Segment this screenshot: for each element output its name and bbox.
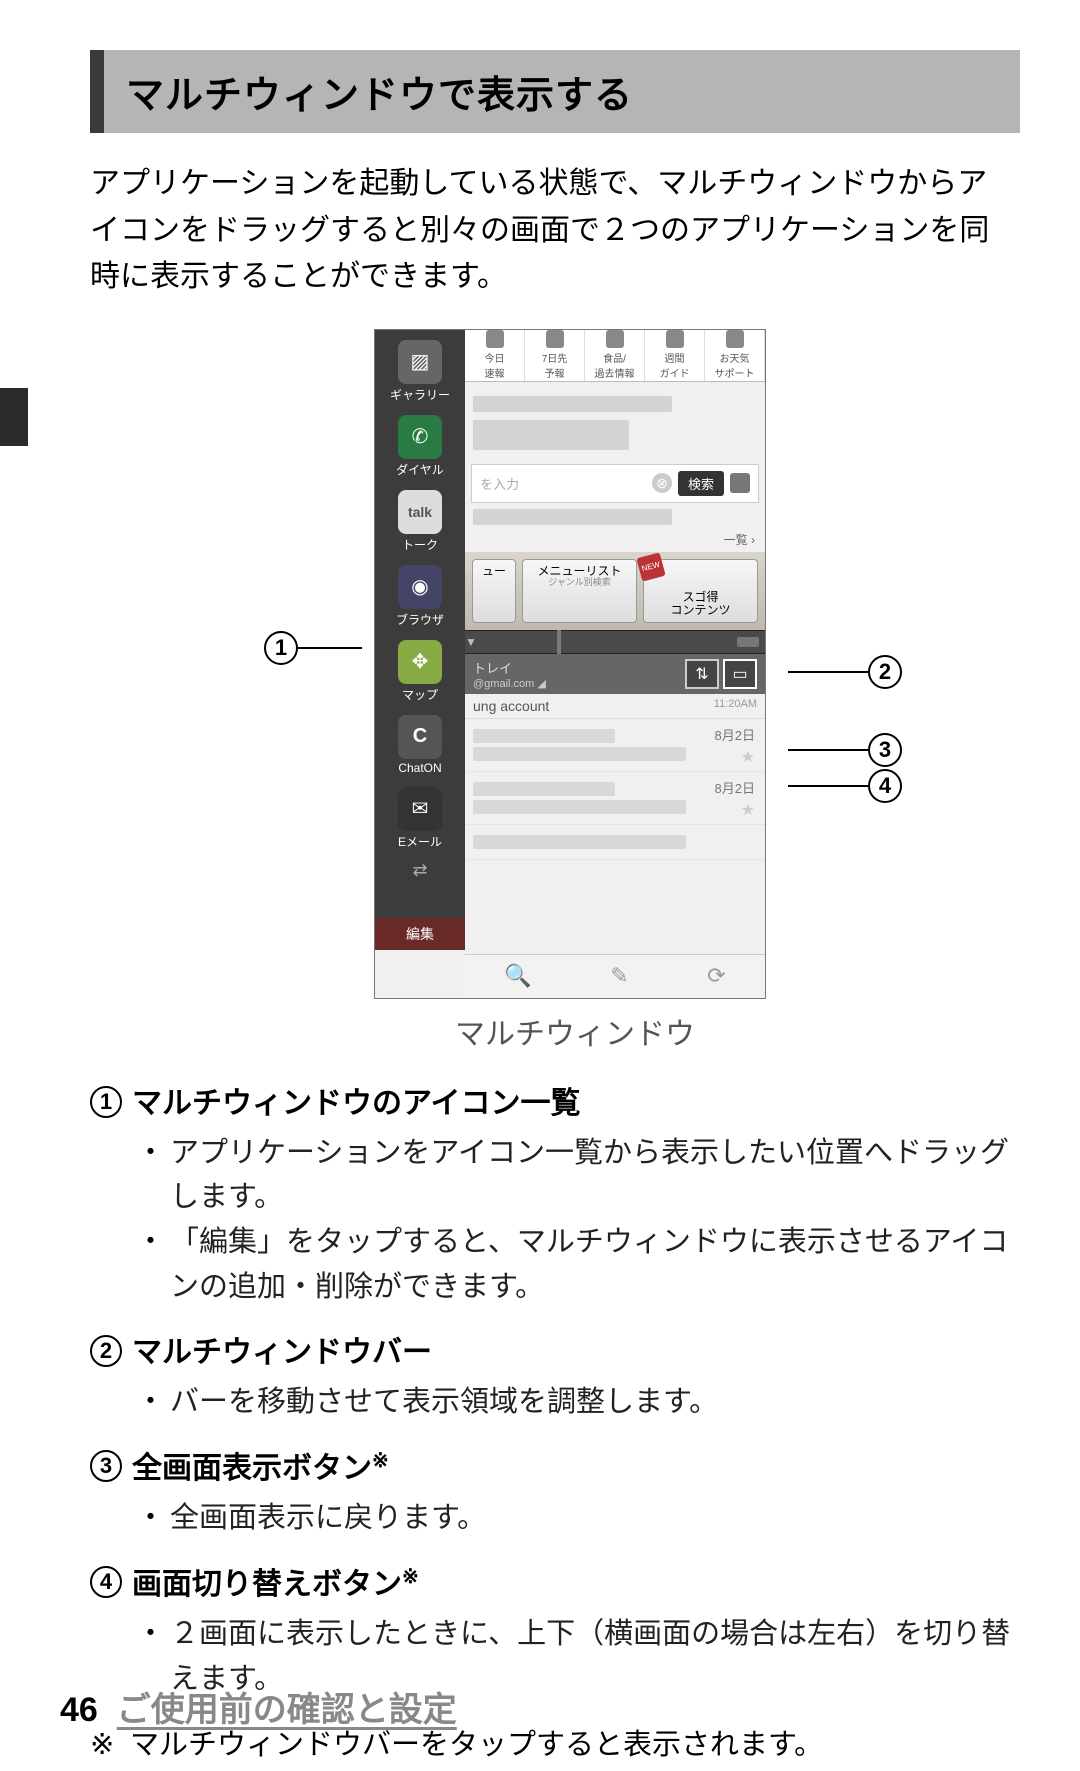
page-number: 46	[60, 1691, 98, 1729]
item-3: 3 全画面表示ボタン※ 全画面表示に戻ります。	[90, 1447, 1020, 1541]
item-number: 1	[90, 1086, 122, 1118]
item-number: 2	[90, 1335, 122, 1367]
callout-descriptions: 1 マルチウィンドウのアイコン一覧 アプリケーションをアイコン一覧から表示したい…	[90, 1083, 1020, 1703]
swap-screens-button[interactable]: ⇅	[685, 659, 719, 689]
search-bar: を入力 ⊗ 検索	[471, 464, 759, 503]
phone-screenshot: ▨ギャラリー ✆ダイヤル talkトーク ◉ブラウザ ✥マップ CChatON …	[374, 329, 766, 999]
mail-tray-label: トレイ	[473, 658, 546, 677]
phone-icon: ✆	[398, 415, 442, 459]
new-badge-icon: NEW	[636, 552, 665, 581]
tab-icon	[486, 330, 504, 348]
bullet: アプリケーションをアイコン一覧から表示したい位置へドラッグします。	[136, 1131, 1020, 1221]
mic-icon[interactable]	[730, 473, 750, 493]
item-title: 全画面表示ボタン※	[132, 1447, 389, 1490]
blurred-content	[465, 382, 765, 464]
multiwindow-sidebar: ▨ギャラリー ✆ダイヤル talkトーク ◉ブラウザ ✥マップ CChatON …	[375, 330, 465, 950]
tab-icon	[546, 330, 564, 348]
top-tab[interactable]: 7日先 予報	[525, 330, 585, 381]
compose-icon[interactable]: ✎	[610, 963, 628, 989]
weather-top-tabs: 今日 速報 7日先 予報 食品/ 過去情報 週間 ガイド お天気 サポート	[465, 330, 765, 382]
item-number: 3	[90, 1450, 122, 1482]
sidebar-app-dial[interactable]: ✆ダイヤル	[380, 411, 460, 482]
intro-paragraph: アプリケーションを起動している状態で、マルチウィンドウからアイコンをドラッグする…	[90, 161, 1010, 301]
page-tab-marker	[0, 388, 28, 446]
item-title: 画面切り替えボタン※	[132, 1563, 419, 1606]
sidebar-app-chaton[interactable]: CChatON	[380, 711, 460, 779]
item-title: マルチウィンドウのアイコン一覧	[132, 1083, 581, 1125]
sidebar-expand-icon[interactable]: ⇄	[412, 860, 427, 881]
mail-address[interactable]: @gmail.com ◢	[473, 677, 546, 690]
menu-btn-small[interactable]: ュー	[472, 559, 516, 624]
refresh-icon[interactable]: ⟳	[707, 963, 725, 989]
mail-header: トレイ @gmail.com ◢ ⇅ ▭	[465, 654, 765, 694]
fullscreen-button[interactable]: ▭	[723, 659, 757, 689]
search-input[interactable]: を入力	[480, 474, 646, 493]
top-tab[interactable]: 食品/ 過去情報	[585, 330, 645, 381]
mail-message[interactable]: 8月2日 ★	[465, 719, 765, 772]
top-tab[interactable]: 週間 ガイド	[645, 330, 705, 381]
multiwindow-bar[interactable]: ▼	[465, 630, 765, 654]
bullet: 全画面表示に戻ります。	[136, 1496, 1020, 1541]
callout-1: 1	[264, 631, 362, 665]
item-2: 2 マルチウィンドウバー バーを移動させて表示領域を調整します。	[90, 1332, 1020, 1425]
figure-caption: マルチウィンドウ	[455, 1009, 695, 1053]
clear-icon[interactable]: ⊗	[652, 473, 672, 493]
sidebar-app-email[interactable]: ✉Eメール	[380, 783, 460, 854]
tab-icon	[726, 330, 744, 348]
item-title: マルチウィンドウバー	[132, 1332, 432, 1374]
gallery-icon: ▨	[398, 340, 442, 384]
maps-icon: ✥	[398, 640, 442, 684]
sugotoku-button[interactable]: NEW スゴ得 コンテンツ	[643, 559, 758, 624]
chevron-down-icon: ▼	[465, 635, 477, 649]
sidebar-edit-button[interactable]: 編集	[375, 918, 465, 950]
chaton-icon: C	[398, 715, 442, 759]
account-row[interactable]: ung account 11:20AM	[465, 694, 765, 719]
tab-icon	[606, 330, 624, 348]
page-footer: 46 ご使用前の確認と設定	[60, 1682, 457, 1731]
item-1: 1 マルチウィンドウのアイコン一覧 アプリケーションをアイコン一覧から表示したい…	[90, 1083, 1020, 1311]
mail-message[interactable]	[465, 825, 765, 860]
callout-2: 2	[788, 655, 902, 689]
menu-list-button[interactable]: メニューリストジャンル別検索	[522, 559, 637, 624]
figure: 1 2 3 4 ▨ギャラリー ✆ダイヤル talkトーク ◉ブラウザ ✥マップ …	[60, 329, 1020, 1053]
callout-3: 3	[788, 733, 902, 767]
mail-icon: ✉	[398, 787, 442, 831]
sidebar-app-gallery[interactable]: ▨ギャラリー	[380, 336, 460, 407]
mail-message[interactable]: 8月2日 ★	[465, 772, 765, 825]
search-icon[interactable]: 🔍	[504, 963, 531, 989]
bullet: 「編集」をタップすると、マルチウィンドウに表示させるアイコンの追加・削除ができま…	[136, 1220, 1020, 1310]
bullet: バーを移動させて表示領域を調整します。	[136, 1380, 1020, 1425]
tab-icon	[666, 330, 684, 348]
top-tab[interactable]: 今日 速報	[465, 330, 525, 381]
mail-bottom-bar: 🔍 ✎ ⟳	[465, 954, 765, 998]
bar-grip-icon	[737, 637, 759, 647]
bar-grip-icon	[557, 630, 561, 654]
star-icon[interactable]: ★	[741, 800, 755, 820]
search-button[interactable]: 検索	[678, 471, 724, 496]
top-tab[interactable]: お天気 サポート	[705, 330, 765, 381]
list-link[interactable]: 一覧 ›	[465, 531, 765, 552]
footer-section: ご使用前の確認と設定	[117, 1691, 457, 1729]
star-icon[interactable]: ★	[741, 747, 755, 767]
globe-icon: ◉	[398, 565, 442, 609]
section-header: マルチウィンドウで表示する	[90, 50, 1020, 133]
talk-icon: talk	[398, 490, 442, 534]
menu-row: ュー メニューリストジャンル別検索 NEW スゴ得 コンテンツ	[465, 552, 765, 631]
section-title: マルチウィンドウで表示する	[126, 64, 998, 119]
sidebar-app-browser[interactable]: ◉ブラウザ	[380, 561, 460, 632]
callout-4: 4	[788, 769, 902, 803]
item-number: 4	[90, 1566, 122, 1598]
sidebar-app-maps[interactable]: ✥マップ	[380, 636, 460, 707]
sidebar-app-talk[interactable]: talkトーク	[380, 486, 460, 557]
